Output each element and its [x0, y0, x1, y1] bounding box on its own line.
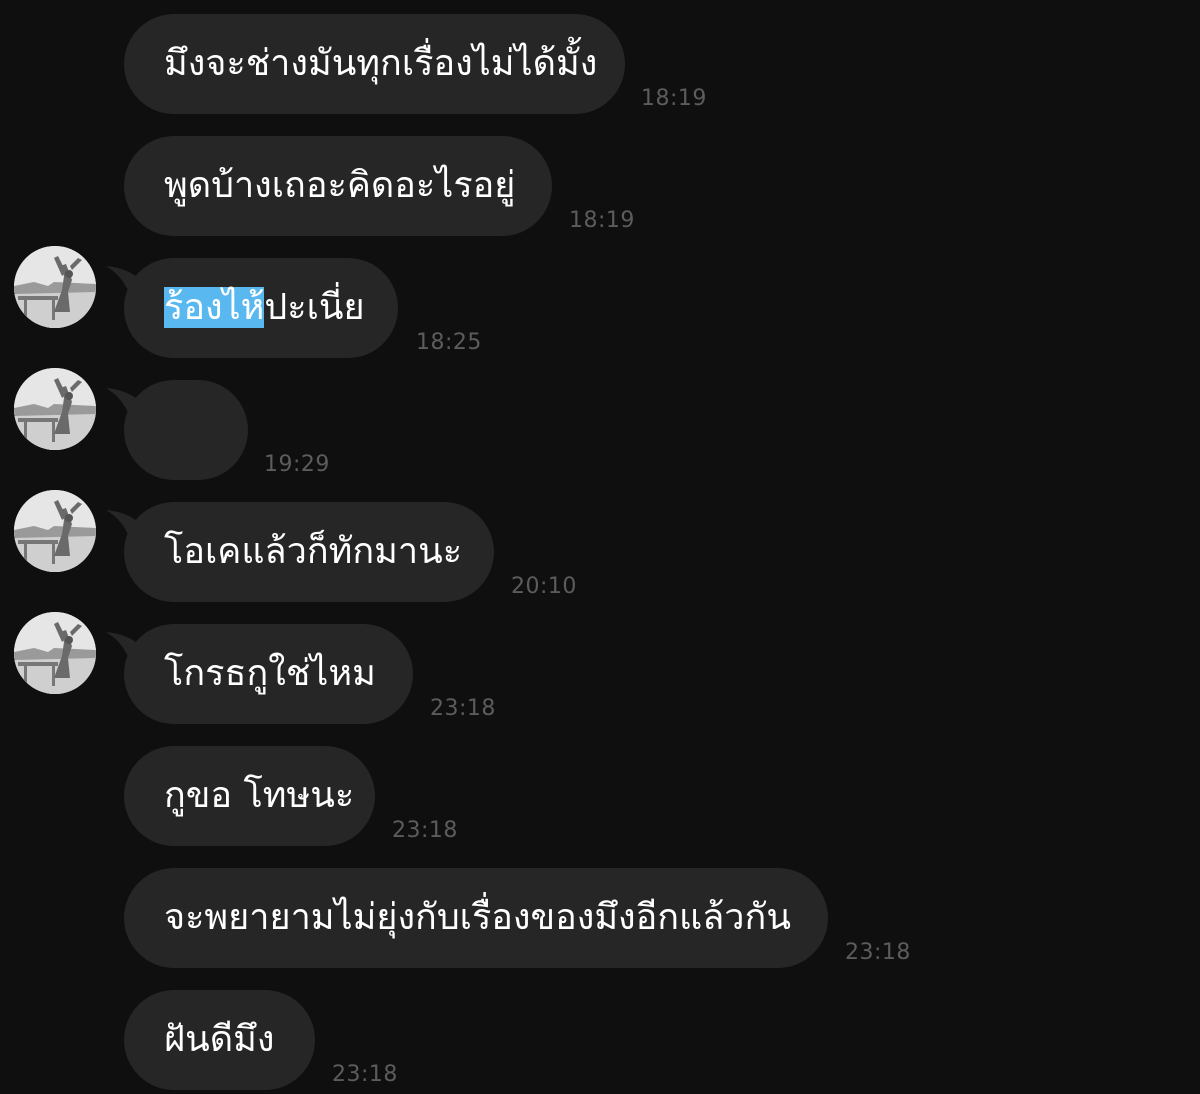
message-text: จะพยายามไม่ยุ่งกับเรื่องของมึงอีกแล้วกัน	[164, 897, 791, 938]
chat-thread[interactable]: มึงจะช่างมันทุกเรื่องไม่ได้มั้ง 18:19 พู…	[0, 0, 1200, 1094]
message-timestamp: 18:25	[416, 330, 482, 355]
message-text: กูขอ โทษนะ	[164, 775, 355, 816]
message-timestamp: 18:19	[641, 86, 707, 111]
message-bubble[interactable]: ร้องไห้ปะเนี่ย	[124, 258, 398, 358]
message-timestamp: 23:18	[332, 1062, 398, 1087]
message-bubble[interactable]: โอเคแล้วก็ทักมานะ	[124, 502, 494, 602]
message-bubble[interactable]: ฝันดีมึง	[124, 990, 315, 1090]
message-row: ฝันดีมึง 23:18	[0, 990, 1200, 1090]
message-row: โอเคแล้วก็ทักมานะ 20:10	[0, 490, 1200, 602]
message-row: มึงจะช่างมันทุกเรื่องไม่ได้มั้ง 18:19	[0, 14, 1200, 114]
profile-photo-icon[interactable]	[14, 246, 96, 328]
message-timestamp: 18:19	[569, 208, 635, 233]
message-row: จะพยายามไม่ยุ่งกับเรื่องของมึงอีกแล้วกัน…	[0, 868, 1200, 968]
message-row: 19:29	[0, 368, 1200, 480]
message-text: โกรธกูใช่ไหม	[164, 653, 376, 694]
profile-photo-icon[interactable]	[14, 490, 96, 572]
selected-text[interactable]: ร้องไห้	[164, 287, 265, 328]
profile-photo-graphic	[14, 490, 96, 572]
message-text: พูดบ้างเถอะคิดอะไรอยู่	[164, 165, 516, 206]
profile-photo-graphic	[14, 612, 96, 694]
message-text: โอเคแล้วก็ทักมานะ	[164, 531, 463, 572]
message-bubble[interactable]	[124, 380, 248, 480]
message-bubble[interactable]: มึงจะช่างมันทุกเรื่องไม่ได้มั้ง	[124, 14, 625, 114]
message-bubble[interactable]: พูดบ้างเถอะคิดอะไรอยู่	[124, 136, 552, 236]
profile-photo-icon[interactable]	[14, 612, 96, 694]
profile-photo-graphic	[14, 368, 96, 450]
message-bubble[interactable]: กูขอ โทษนะ	[124, 746, 375, 846]
message-row: กูขอ โทษนะ 23:18	[0, 746, 1200, 846]
message-bubble[interactable]: โกรธกูใช่ไหม	[124, 624, 413, 724]
profile-photo-graphic	[14, 246, 96, 328]
message-text: ปะเนี่ย	[264, 287, 365, 328]
message-timestamp: 23:18	[392, 818, 458, 843]
profile-photo-icon[interactable]	[14, 368, 96, 450]
message-row: โกรธกูใช่ไหม 23:18	[0, 612, 1200, 724]
message-text: ฝันดีมึง	[164, 1019, 275, 1060]
message-timestamp: 23:18	[430, 696, 496, 721]
message-bubble[interactable]: จะพยายามไม่ยุ่งกับเรื่องของมึงอีกแล้วกัน	[124, 868, 828, 968]
message-timestamp: 20:10	[511, 574, 577, 599]
message-row: พูดบ้างเถอะคิดอะไรอยู่ 18:19	[0, 136, 1200, 236]
message-row: ร้องไห้ปะเนี่ย 18:25	[0, 246, 1200, 358]
message-timestamp: 19:29	[264, 452, 330, 477]
message-timestamp: 23:18	[845, 940, 911, 965]
message-text: มึงจะช่างมันทุกเรื่องไม่ได้มั้ง	[164, 43, 598, 84]
